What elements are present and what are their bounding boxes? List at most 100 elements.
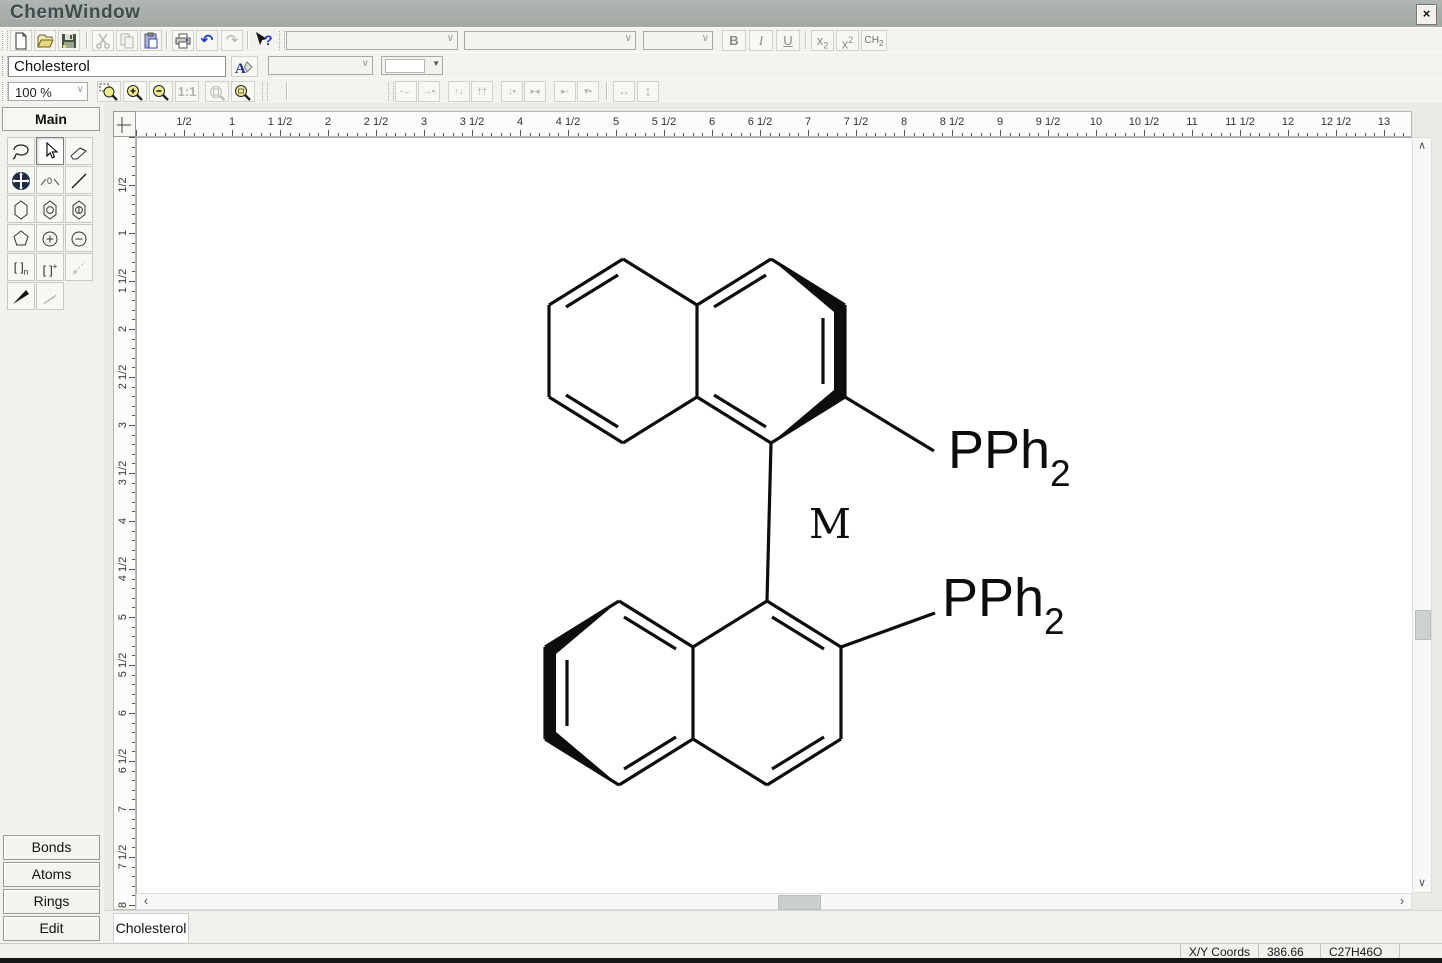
hash-bond-tool[interactable] xyxy=(36,282,64,310)
ruler-tick xyxy=(1038,133,1039,136)
font-size-combobox[interactable]: ∨ xyxy=(643,31,713,50)
pointer-select-tool[interactable] xyxy=(36,137,64,165)
ruler-tick xyxy=(132,723,135,724)
atom-label[interactable]: PPh xyxy=(942,568,1044,628)
distribute-vertical-button[interactable]: ▾▪ xyxy=(577,81,599,102)
eraser-tool[interactable] xyxy=(65,137,93,165)
paste-button[interactable] xyxy=(140,30,162,51)
ruler-tick xyxy=(1144,130,1145,136)
ruler-label: 6 1/2 xyxy=(117,749,129,773)
distribute-horizontal-button[interactable]: ▸◦ xyxy=(554,81,576,102)
toolbar-gripper[interactable] xyxy=(262,82,268,101)
document-tab-cholesterol[interactable]: Cholesterol xyxy=(113,913,189,942)
single-bond-tool[interactable] xyxy=(65,166,93,194)
text-style-button[interactable]: A xyxy=(231,56,258,77)
align-bottom-button[interactable]: †† xyxy=(471,81,493,102)
italic-button[interactable]: I xyxy=(749,30,773,51)
ruler-tick xyxy=(1134,133,1135,136)
center-horizontal-button[interactable]: ▸◂ xyxy=(524,81,546,102)
ch2-label-button[interactable]: CH2 xyxy=(861,30,887,51)
ruler-tick xyxy=(132,147,135,148)
toolbar-gripper[interactable] xyxy=(388,82,394,101)
zoom-level-combobox[interactable]: 100 % ∨ xyxy=(8,82,88,101)
chevron-down-icon: ∨ xyxy=(702,33,709,44)
ruler-label: 2 1/2 xyxy=(364,116,388,128)
superscript-button[interactable]: x2 xyxy=(836,30,859,51)
wedge-bond-tool[interactable] xyxy=(7,282,35,310)
horizontal-scrollbar[interactable]: ‹ › xyxy=(136,893,1412,910)
template-combobox[interactable]: ∨ xyxy=(286,31,458,50)
dropdown-arrow-icon[interactable]: ▼ xyxy=(432,59,440,68)
center-vertical-button[interactable]: ↓▪ xyxy=(501,81,523,102)
open-button[interactable] xyxy=(34,30,56,51)
underline-button[interactable]: U xyxy=(776,30,800,51)
sidebar-tab-rings[interactable]: Rings xyxy=(3,889,100,914)
zoom-out-button[interactable] xyxy=(149,81,173,102)
ruler-tick xyxy=(443,133,444,136)
benzene-ring-tool[interactable] xyxy=(36,195,64,223)
ruler-label: 5 xyxy=(613,116,619,128)
molecule-drawing[interactable]: PPh2PPh2M xyxy=(137,138,1413,894)
chain-angle-tool[interactable]: 0 xyxy=(36,166,64,194)
ruler-tick xyxy=(1230,133,1231,136)
drawing-canvas[interactable]: PPh2PPh2M xyxy=(136,137,1412,893)
bold-button[interactable]: B xyxy=(722,30,746,51)
positive-charge-tool[interactable] xyxy=(36,224,64,252)
atom-label[interactable]: M xyxy=(809,500,851,548)
space-horizontal-button[interactable]: ↔ xyxy=(613,81,635,102)
toolbar-gripper[interactable] xyxy=(279,31,285,50)
cyclopentane-ring-tool[interactable] xyxy=(7,224,35,252)
ruler-tick xyxy=(132,790,135,791)
subscript-button[interactable]: x2 xyxy=(811,30,834,51)
copy-button[interactable] xyxy=(116,30,138,51)
new-document-button[interactable] xyxy=(10,30,32,51)
align-left-button[interactable]: ◦← xyxy=(395,81,417,102)
scroll-right-arrow[interactable]: › xyxy=(1394,894,1410,909)
atom-label[interactable]: 2 xyxy=(1044,601,1065,642)
save-button[interactable] xyxy=(58,30,80,51)
color-picker-combobox[interactable]: ▼ xyxy=(381,56,443,75)
sidebar-tab-atoms[interactable]: Atoms xyxy=(3,862,100,887)
vertical-scroll-thumb[interactable] xyxy=(1415,610,1431,640)
vertical-scrollbar[interactable]: ∧ ∨ xyxy=(1412,137,1432,893)
context-help-button[interactable]: ? xyxy=(253,30,275,51)
zoom-selection-button[interactable] xyxy=(231,81,255,102)
zoom-in-button[interactable] xyxy=(123,81,147,102)
ruler-tick xyxy=(132,415,135,416)
sidebar-tab-bonds[interactable]: Bonds xyxy=(3,835,100,860)
actual-size-button[interactable]: 1:1 xyxy=(175,81,199,102)
benzene-kekule-tool[interactable] xyxy=(65,195,93,223)
lasso-select-tool[interactable] xyxy=(7,137,35,165)
scroll-down-arrow[interactable]: ∨ xyxy=(1414,876,1430,891)
print-button[interactable] xyxy=(172,30,194,51)
cyclohexane-ring-tool[interactable] xyxy=(7,195,35,223)
sidebar-tab-edit[interactable]: Edit xyxy=(3,916,100,941)
dotted-bond-tool[interactable] xyxy=(65,253,93,281)
align-right-button[interactable]: →▪ xyxy=(418,81,440,102)
negative-charge-tool[interactable] xyxy=(65,224,93,252)
toolbar-gripper[interactable] xyxy=(2,31,8,50)
scroll-left-arrow[interactable]: ‹ xyxy=(138,894,154,909)
move-tool[interactable] xyxy=(7,166,35,194)
cut-button[interactable] xyxy=(92,30,114,51)
align-top-button[interactable]: ↑↓ xyxy=(448,81,470,102)
close-button[interactable]: × xyxy=(1416,4,1437,25)
palette-header[interactable]: Main xyxy=(2,107,100,131)
scroll-up-arrow[interactable]: ∧ xyxy=(1414,139,1430,154)
horizontal-scroll-thumb[interactable] xyxy=(778,895,821,910)
fit-page-button[interactable] xyxy=(205,81,229,102)
undo-button[interactable]: ↶ xyxy=(196,30,218,51)
ruler-origin-button[interactable] xyxy=(113,111,136,137)
atom-symbol-combobox[interactable]: ∨ xyxy=(268,56,373,75)
space-vertical-button[interactable]: ↨ xyxy=(637,81,659,102)
molecule-name-input[interactable] xyxy=(8,56,226,77)
atom-label[interactable]: PPh xyxy=(948,420,1050,480)
redo-button[interactable]: ↷ xyxy=(221,30,243,51)
zoom-marquee-button[interactable] xyxy=(97,81,121,102)
ruler-tick xyxy=(132,310,135,311)
font-name-combobox[interactable]: ∨ xyxy=(464,31,636,50)
bond-line-icon xyxy=(67,169,91,193)
atom-label[interactable]: 2 xyxy=(1050,453,1071,494)
charge-bracket-tool[interactable]: [ ]+ xyxy=(36,253,64,281)
repeat-bracket-tool[interactable]: [ ]n xyxy=(7,253,35,281)
